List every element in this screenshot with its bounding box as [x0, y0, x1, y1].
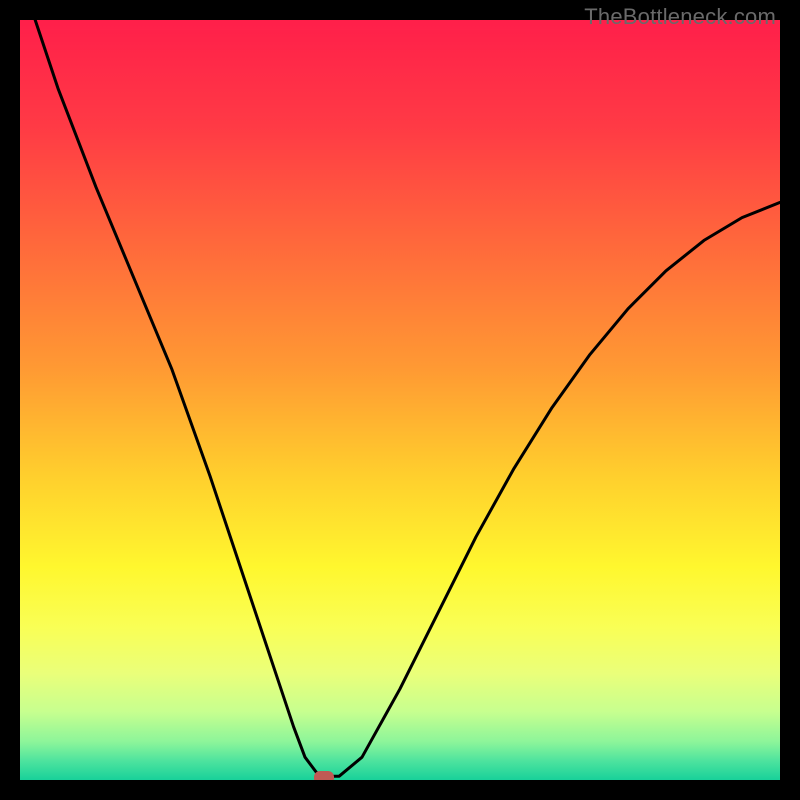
watermark-text: TheBottleneck.com [584, 4, 776, 30]
bottleneck-curve [20, 20, 780, 780]
optimal-point-marker [314, 771, 334, 780]
chart-frame: TheBottleneck.com [0, 0, 800, 800]
plot-area [20, 20, 780, 780]
